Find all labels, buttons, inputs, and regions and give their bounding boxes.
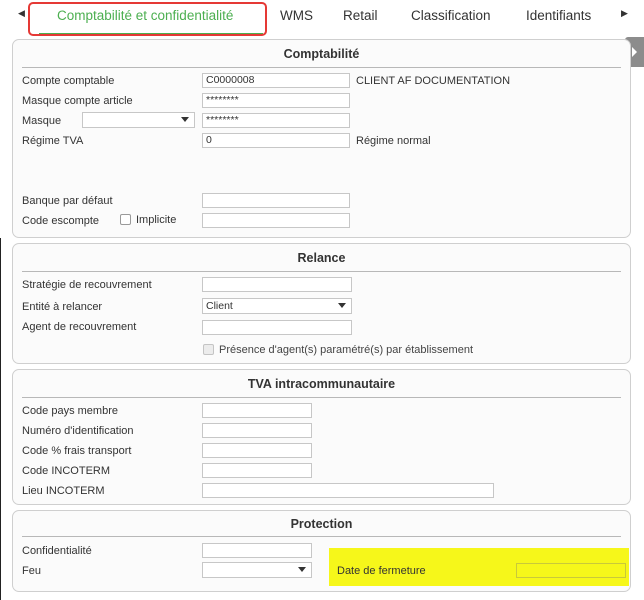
compte-comptable-description: CLIENT AF DOCUMENTATION	[356, 75, 511, 87]
implicite-label: Implicite	[136, 214, 177, 226]
panel-title: Comptabilité	[283, 47, 360, 61]
agent-recouvrement-label: Agent de recouvrement	[22, 321, 137, 333]
strategie-recouvrement-label: Stratégie de recouvrement	[22, 279, 152, 291]
active-tab-highlight	[28, 2, 267, 36]
implicite-checkbox[interactable]	[120, 214, 131, 225]
panel-title: Protection	[290, 517, 353, 531]
confidentialite-field[interactable]	[202, 543, 312, 558]
code-frais-transport-field[interactable]	[202, 443, 312, 458]
code-incoterm-field[interactable]	[202, 463, 312, 478]
regime-tva-field[interactable]: 0	[202, 133, 350, 148]
feu-label: Feu	[22, 565, 41, 577]
panel-title: TVA intracommunautaire	[247, 377, 396, 391]
divider	[22, 271, 621, 272]
confidentialite-label: Confidentialité	[22, 545, 92, 557]
banque-par-defaut-field[interactable]	[202, 193, 350, 208]
presence-agent-checkbox[interactable]	[203, 344, 214, 355]
divider	[22, 536, 621, 537]
tab-wms[interactable]: WMS	[280, 8, 313, 23]
tab-bar: ◀ Comptabilité et confidentialité WMS Re…	[0, 0, 644, 36]
chevron-left-icon[interactable]: ◀	[18, 8, 25, 19]
date-fermeture-label: Date de fermeture	[337, 565, 426, 577]
compte-comptable-field[interactable]: C0000008	[202, 73, 350, 88]
masque-select[interactable]	[82, 112, 195, 128]
tva-intracommunautaire-panel: TVA intracommunautaire Code pays membre …	[12, 369, 631, 505]
relance-panel: Relance Stratégie de recouvrement Entité…	[12, 243, 631, 364]
divider	[22, 67, 621, 68]
code-incoterm-label: Code INCOTERM	[22, 465, 111, 477]
numero-identification-label: Numéro d'identification	[22, 425, 134, 437]
left-divider	[0, 238, 1, 600]
date-fermeture-highlight: Date de fermeture	[329, 548, 629, 586]
numero-identification-field[interactable]	[202, 423, 312, 438]
banque-par-defaut-label: Banque par défaut	[22, 195, 113, 207]
chevron-down-icon	[298, 567, 306, 572]
chevron-down-icon	[338, 303, 346, 308]
masque-field[interactable]: ********	[202, 113, 350, 128]
panel-title: Relance	[297, 251, 346, 265]
tab-identifiants[interactable]: Identifiants	[526, 8, 591, 23]
feu-select[interactable]	[202, 562, 312, 578]
masque-compte-article-field[interactable]: ********	[202, 93, 350, 108]
regime-tva-label: Régime TVA	[22, 135, 84, 147]
tab-retail[interactable]: Retail	[343, 8, 378, 23]
chevron-down-icon	[181, 117, 189, 122]
presence-agent-label: Présence d'agent(s) paramétré(s) par éta…	[219, 344, 473, 356]
entite-a-relancer-label: Entité à relancer	[22, 301, 103, 313]
code-escompte-field[interactable]	[202, 213, 350, 228]
date-fermeture-field[interactable]	[516, 563, 626, 578]
tab-classification[interactable]: Classification	[411, 8, 491, 23]
strategie-recouvrement-field[interactable]	[202, 277, 352, 292]
entite-a-relancer-select[interactable]: Client	[202, 298, 352, 314]
regime-tva-description: Régime normal	[356, 135, 431, 147]
divider	[22, 397, 621, 398]
chevron-right-icon[interactable]: ▶	[621, 8, 628, 19]
masque-compte-article-label: Masque compte article	[22, 95, 133, 107]
code-pays-membre-label: Code pays membre	[22, 405, 118, 417]
code-escompte-label: Code escompte	[22, 215, 100, 227]
masque-label: Masque	[22, 115, 62, 127]
agent-recouvrement-field[interactable]	[202, 320, 352, 335]
compte-comptable-label: Compte comptable	[22, 75, 115, 87]
code-frais-transport-label: Code % frais transport	[22, 445, 132, 457]
comptabilite-panel: Comptabilité Compte comptable C0000008 C…	[12, 39, 631, 238]
lieu-incoterm-field[interactable]	[202, 483, 494, 498]
lieu-incoterm-label: Lieu INCOTERM	[22, 485, 105, 497]
code-pays-membre-field[interactable]	[202, 403, 312, 418]
entite-a-relancer-value: Client	[206, 300, 233, 312]
